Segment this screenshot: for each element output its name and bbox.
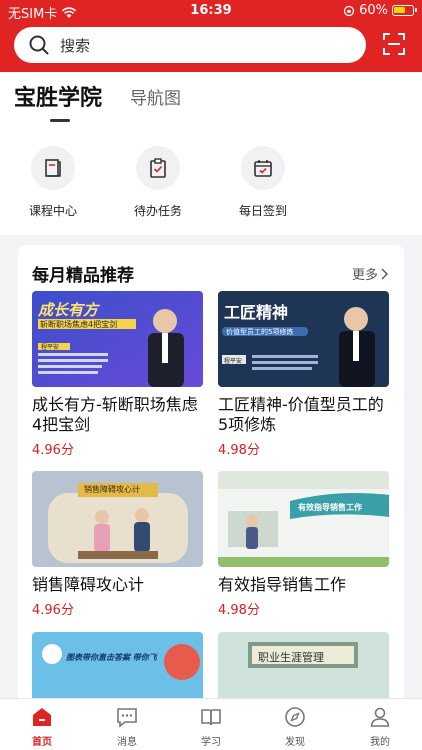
battery-icon — [392, 5, 417, 16]
bottom-tab-bar: 首页 消息 学习 发现 我的 — [0, 698, 422, 750]
thumbnail-title: 有效指导销售工作 — [298, 503, 362, 512]
tab-me[interactable]: 我的 — [350, 705, 410, 748]
chevron-right-icon — [381, 268, 388, 279]
thumbnail-title: 成长有方 — [38, 301, 99, 319]
search-icon — [29, 35, 49, 55]
message-icon — [117, 708, 137, 728]
thumbnail-subtitle: 价值型员工的5项修炼 — [226, 328, 294, 336]
quick-icon-circle — [31, 146, 75, 190]
scan-icon[interactable] — [382, 32, 406, 56]
tab-label: 首页 — [32, 737, 52, 748]
thumbnail-art — [218, 632, 389, 705]
course-score: 4.98分 — [218, 603, 260, 618]
battery-percent: 60% — [359, 3, 388, 18]
tab-academy[interactable]: 宝胜学院 — [14, 80, 103, 122]
tab-label: 我的 — [370, 737, 390, 748]
course-thumbnail: 工匠精神 价值型员工的5项修炼 程平安 — [218, 291, 389, 387]
thumbnail-art — [218, 471, 389, 567]
clipboard-check-icon — [150, 158, 166, 178]
orientation-lock-icon — [343, 5, 355, 16]
compass-icon — [285, 707, 305, 727]
course-card[interactable]: 图表带你直击答案 带你飞 — [32, 632, 203, 705]
status-bar: 无SIM卡 16:39 60% — [0, 0, 422, 22]
tab-discover[interactable]: 发现 — [265, 705, 325, 748]
book-open-icon — [201, 709, 221, 726]
tab-navigation-map[interactable]: 导航图 — [130, 84, 181, 112]
course-score: 4.96分 — [32, 443, 74, 458]
course-title: 成长有方-斩断职场焦虑4把宝剑 — [32, 395, 198, 434]
calendar-check-icon — [254, 160, 272, 177]
tab-label: 发现 — [285, 737, 305, 748]
user-icon — [370, 707, 390, 727]
tab-label: 学习 — [201, 737, 221, 748]
quick-course-center[interactable]: 课程中心 — [8, 146, 98, 219]
course-thumbnail: 成长有方 斩断职场焦虑4把宝剑 程平安 — [32, 291, 203, 387]
monthly-recommend-card: 每月精品推荐 更多 成长有方 斩断职场焦虑4把宝剑 程平安 成长有方-斩断职场焦… — [18, 245, 404, 705]
course-thumbnail: 销售障碍攻心计 — [32, 471, 203, 567]
section-title: 每月精品推荐 — [32, 266, 134, 286]
thumbnail-name: 程平安 — [224, 358, 243, 365]
course-title: 有效指导销售工作 — [218, 575, 347, 594]
search-placeholder: 搜索 — [60, 36, 91, 55]
course-title: 工匠精神-价值型员工的5项修炼 — [218, 395, 384, 434]
quick-todo-tasks[interactable]: 待办任务 — [113, 146, 203, 219]
tab-label: 消息 — [117, 737, 137, 748]
quick-label: 课程中心 — [28, 204, 77, 218]
quick-label: 每日签到 — [238, 204, 287, 218]
course-thumbnail: 有效指导销售工作 — [218, 471, 389, 567]
quick-daily-checkin[interactable]: 每日签到 — [218, 146, 308, 219]
course-card[interactable]: 成长有方 斩断职场焦虑4把宝剑 程平安 成长有方-斩断职场焦虑4把宝剑 4.96… — [32, 291, 203, 458]
course-card[interactable]: 销售障碍攻心计 销售障碍攻心计 4.96分 — [32, 471, 203, 618]
book-icon — [45, 159, 61, 177]
thumbnail-art — [32, 632, 203, 705]
thumbnail-title: 工匠精神 — [224, 303, 289, 322]
tab-academy-label: 宝胜学院 — [14, 86, 103, 111]
thumbnail-title: 图表带你直击答案 带你飞 — [66, 653, 157, 662]
quick-icon-circle — [241, 146, 285, 190]
course-title: 销售障碍攻心计 — [32, 575, 145, 594]
tab-home[interactable]: 首页 — [12, 705, 72, 748]
course-card[interactable]: 有效指导销售工作 有效指导销售工作 4.98分 — [218, 471, 389, 618]
course-score: 4.98分 — [218, 443, 260, 458]
thumbnail-subtitle: 斩断职场焦虑4把宝剑 — [40, 320, 118, 329]
course-score: 4.96分 — [32, 603, 74, 618]
thumbnail-title: 销售障碍攻心计 — [84, 485, 140, 494]
course-card[interactable]: 工匠精神 价值型员工的5项修炼 程平安 工匠精神-价值型员工的5项修炼 4.98… — [218, 291, 389, 458]
course-thumbnail: 图表带你直击答案 带你飞 — [32, 632, 203, 705]
tab-study[interactable]: 学习 — [181, 705, 241, 748]
active-tab-indicator — [50, 119, 70, 122]
thumbnail-name: 程平安 — [41, 344, 60, 351]
home-icon — [33, 708, 51, 726]
more-label: 更多 — [351, 268, 378, 283]
quick-icon-circle — [136, 146, 180, 190]
top-tabs: 宝胜学院 导航图 — [14, 80, 181, 122]
more-link[interactable]: 更多 — [352, 264, 388, 283]
tab-messages[interactable]: 消息 — [97, 705, 157, 748]
course-thumbnail: 职业生涯管理 — [218, 632, 389, 705]
quick-label: 待办任务 — [133, 204, 182, 218]
search-bar[interactable]: 搜索 — [14, 27, 366, 63]
thumbnail-title: 职业生涯管理 — [258, 651, 324, 664]
course-card[interactable]: 职业生涯管理 — [218, 632, 389, 705]
